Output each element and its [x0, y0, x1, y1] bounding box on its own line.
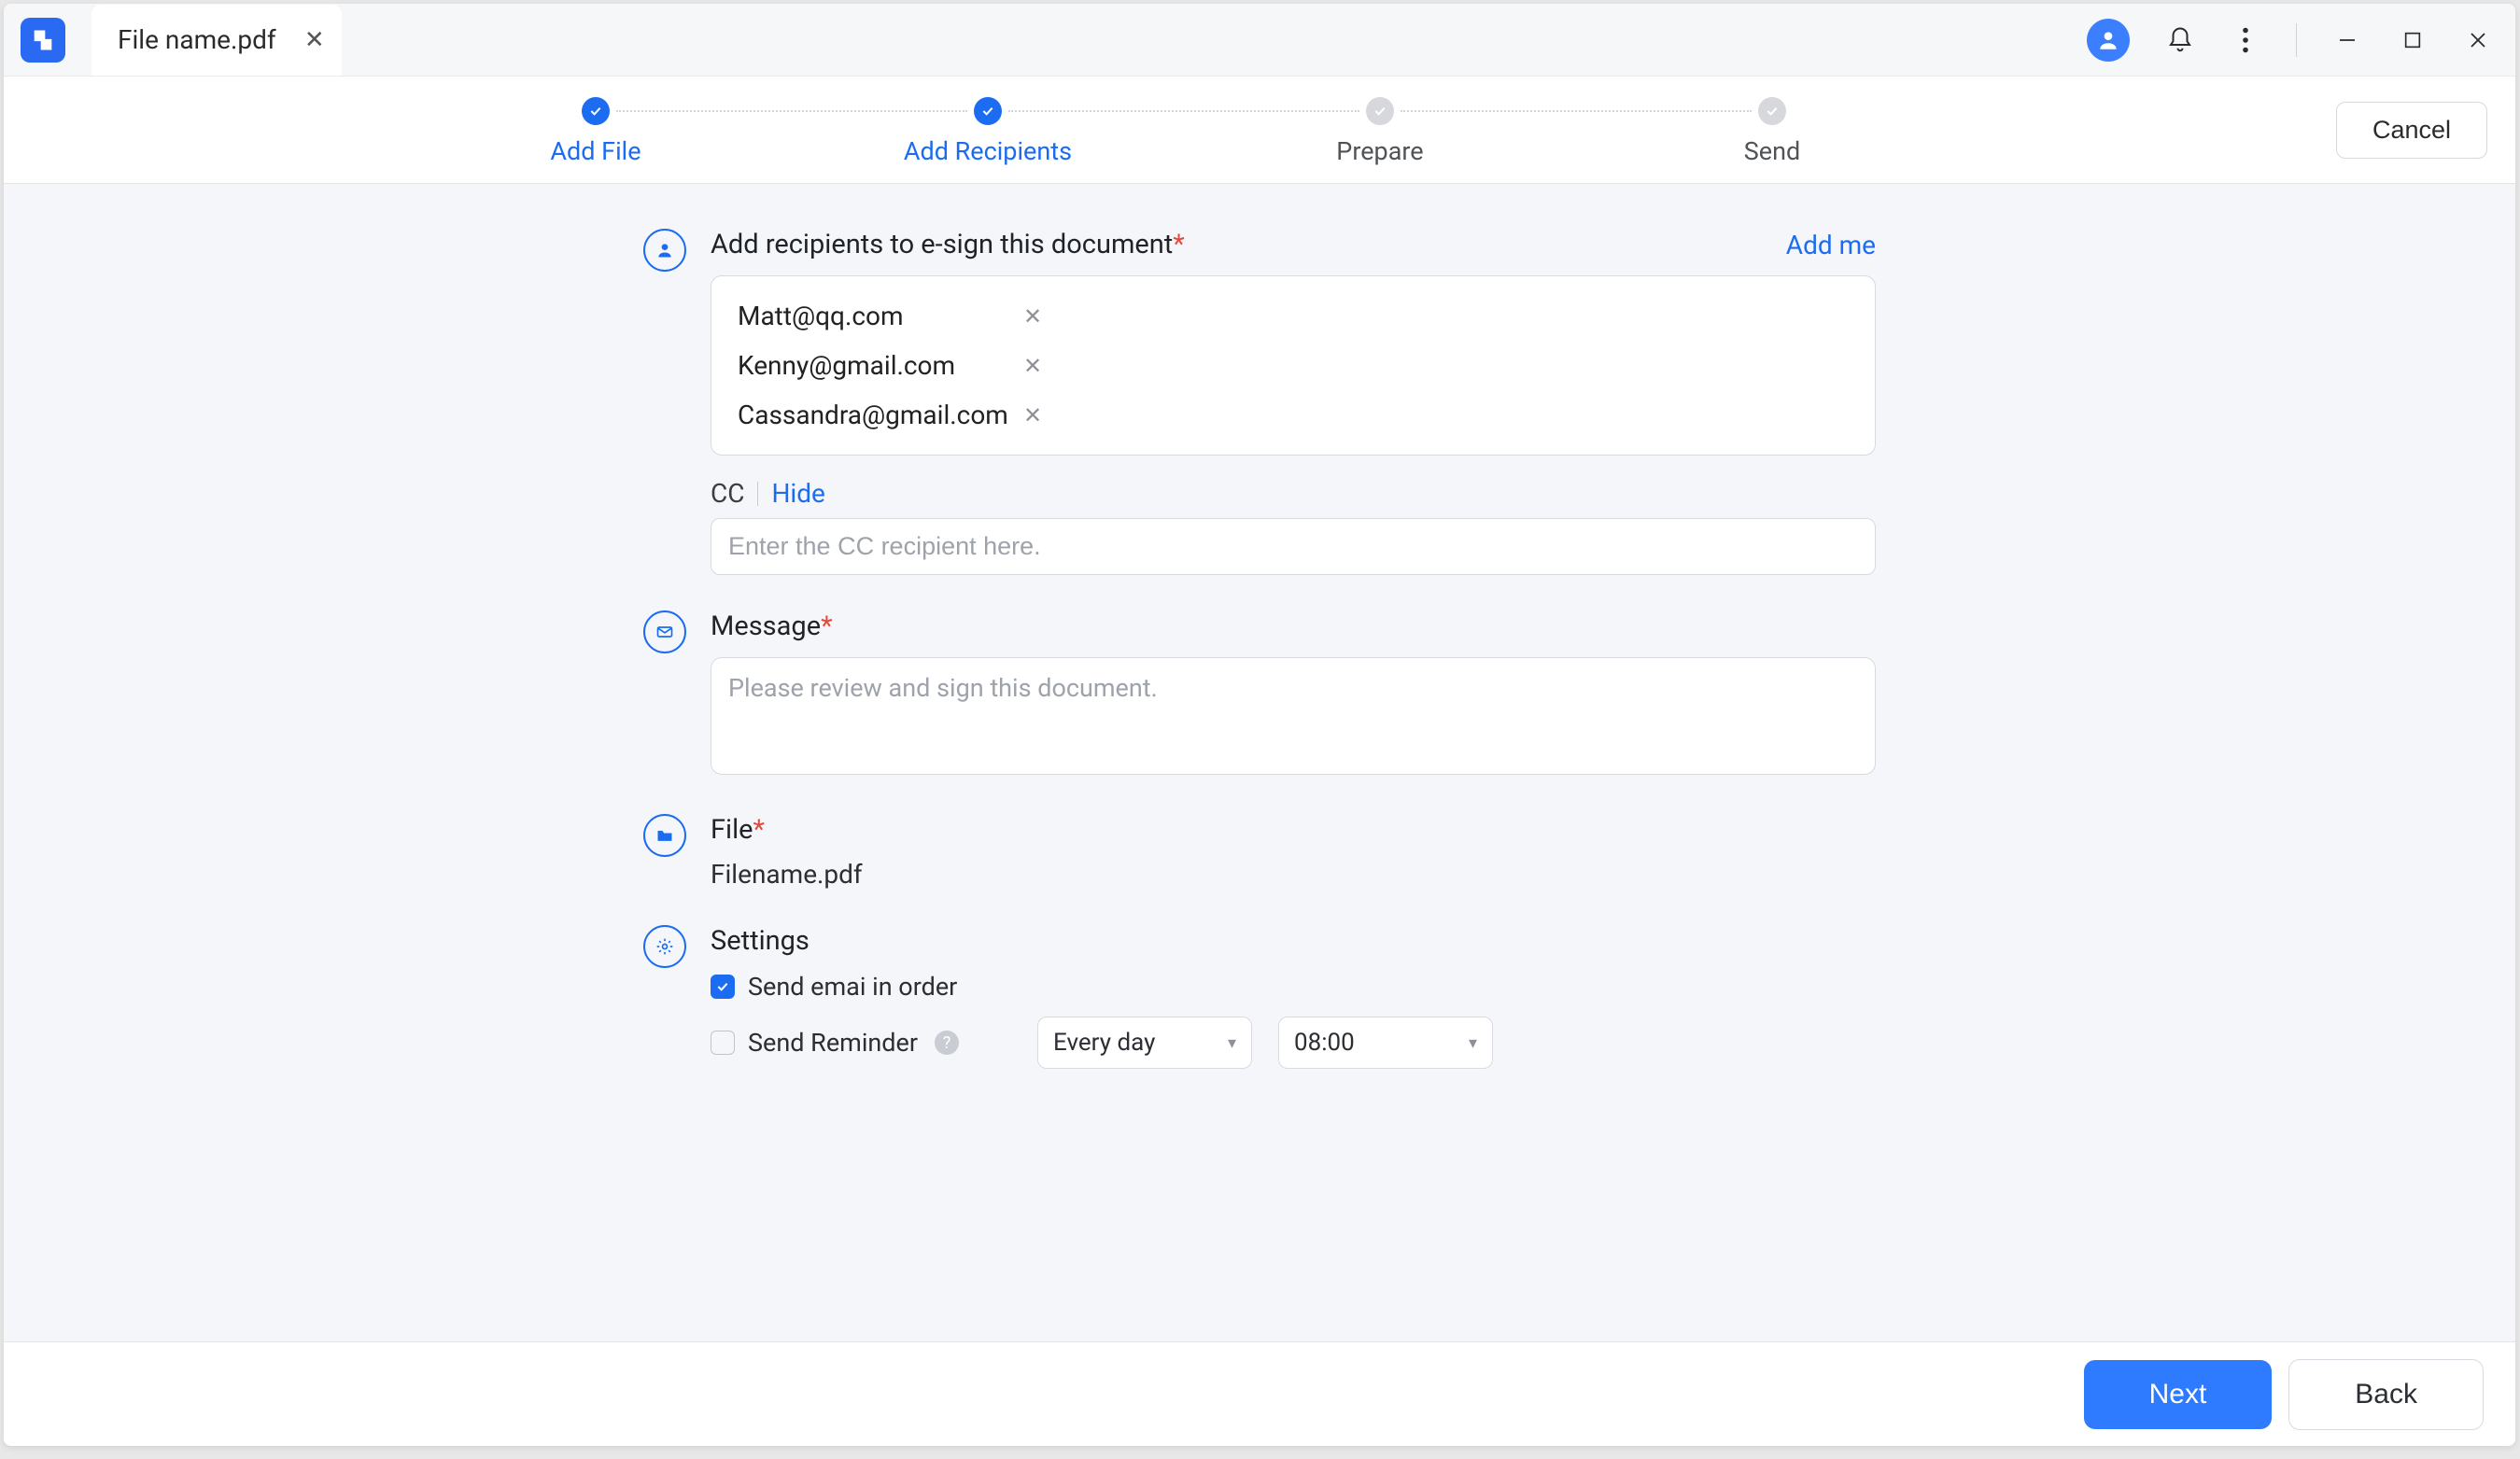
send-reminder-row: Send Reminder ? Every day ▾ 08:00 ▾ [711, 1017, 1876, 1069]
message-title: Message* [711, 610, 833, 642]
maximize-icon[interactable] [2398, 25, 2428, 55]
next-button[interactable]: Next [2084, 1360, 2273, 1429]
separator [757, 482, 758, 506]
recipients-list: Matt@qq.com ✕ Kenny@gmail.com ✕ Cassandr… [711, 275, 1876, 456]
file-name-text: Filename.pdf [711, 859, 1876, 890]
person-icon [643, 229, 686, 272]
check-icon [980, 104, 995, 119]
check-icon [1373, 104, 1387, 119]
cancel-button[interactable]: Cancel [2336, 102, 2487, 159]
chevron-down-icon: ▾ [1469, 1033, 1477, 1053]
step-send[interactable]: Send [1576, 97, 1968, 166]
recipient-row: Matt@qq.com ✕ [730, 291, 1856, 341]
message-textarea[interactable] [711, 657, 1876, 775]
cc-row: CC Hide [711, 478, 1876, 509]
titlebar: File name.pdf ✕ [4, 4, 2515, 77]
remove-recipient-icon[interactable]: ✕ [1023, 402, 1042, 428]
step-label: Add File [550, 136, 641, 166]
cc-input[interactable] [711, 518, 1876, 575]
app-logo-icon [30, 27, 56, 53]
stepper-bar: Add File Add Recipients Prepare [4, 77, 2515, 184]
cc-label: CC [711, 478, 744, 509]
file-section: File* Filename.pdf [643, 814, 1876, 890]
check-icon [1765, 104, 1780, 119]
send-reminder-checkbox[interactable] [711, 1031, 735, 1055]
avatar-icon [2096, 28, 2120, 52]
step-label: Prepare [1336, 136, 1423, 166]
document-tab[interactable]: File name.pdf ✕ [92, 5, 342, 76]
step-label: Add Recipients [904, 136, 1072, 166]
more-menu-icon[interactable] [2231, 25, 2260, 55]
reminder-time-select[interactable]: 08:00 ▾ [1278, 1017, 1493, 1069]
recipient-row: Cassandra@gmail.com ✕ [730, 390, 1856, 440]
cc-toggle-link[interactable]: Hide [771, 478, 824, 509]
footer-bar: Next Back [4, 1341, 2515, 1446]
stepper: Add File Add Recipients Prepare [32, 93, 2336, 166]
titlebar-actions [2087, 19, 2515, 62]
remove-recipient-icon[interactable]: ✕ [1023, 303, 1042, 330]
send-in-order-checkbox[interactable] [711, 975, 735, 999]
chevron-down-icon: ▾ [1228, 1033, 1236, 1053]
tab-title: File name.pdf [118, 24, 276, 55]
recipient-row: Kenny@gmail.com ✕ [730, 341, 1856, 390]
content-area: Add recipients to e-sign this document* … [4, 184, 2515, 1341]
send-in-order-row: Send emai in order [711, 972, 1876, 1002]
send-in-order-label: Send emai in order [748, 972, 957, 1002]
help-icon[interactable]: ? [935, 1031, 959, 1055]
app-logo[interactable] [21, 18, 65, 63]
separator [2296, 23, 2297, 57]
close-window-icon[interactable] [2463, 25, 2493, 55]
check-icon [588, 104, 603, 119]
recipient-email: Kenny@gmail.com [738, 350, 1018, 381]
file-title: File* [711, 814, 765, 846]
gear-icon [643, 925, 686, 968]
step-add-recipients[interactable]: Add Recipients [792, 97, 1184, 166]
message-section: Message* [643, 610, 1876, 779]
form-panel: Add recipients to e-sign this document* … [643, 229, 1876, 1069]
settings-section: Settings Send emai in order Send Reminde… [643, 925, 1876, 1069]
user-avatar[interactable] [2087, 19, 2130, 62]
folder-icon [643, 814, 686, 857]
reminder-frequency-value: Every day [1053, 1029, 1155, 1057]
settings-title: Settings [711, 925, 809, 957]
envelope-icon [643, 610, 686, 653]
recipient-email: Cassandra@gmail.com [738, 400, 1018, 430]
recipient-email: Matt@qq.com [738, 301, 1018, 331]
reminder-frequency-select[interactable]: Every day ▾ [1037, 1017, 1252, 1069]
send-reminder-label: Send Reminder [748, 1028, 918, 1058]
step-add-file[interactable]: Add File [400, 97, 792, 166]
step-prepare[interactable]: Prepare [1184, 97, 1576, 166]
step-label: Send [1744, 136, 1801, 166]
recipients-section: Add recipients to e-sign this document* … [643, 229, 1876, 575]
remove-recipient-icon[interactable]: ✕ [1023, 353, 1042, 379]
back-button[interactable]: Back [2288, 1359, 2484, 1430]
add-me-link[interactable]: Add me [1786, 230, 1876, 260]
reminder-time-value: 08:00 [1294, 1029, 1355, 1057]
notification-icon[interactable] [2165, 25, 2195, 55]
close-tab-icon[interactable]: ✕ [304, 26, 325, 54]
check-icon [715, 979, 730, 994]
recipients-title: Add recipients to e-sign this document* [711, 229, 1185, 260]
minimize-icon[interactable] [2332, 25, 2362, 55]
app-window: File name.pdf ✕ [4, 4, 2515, 1446]
